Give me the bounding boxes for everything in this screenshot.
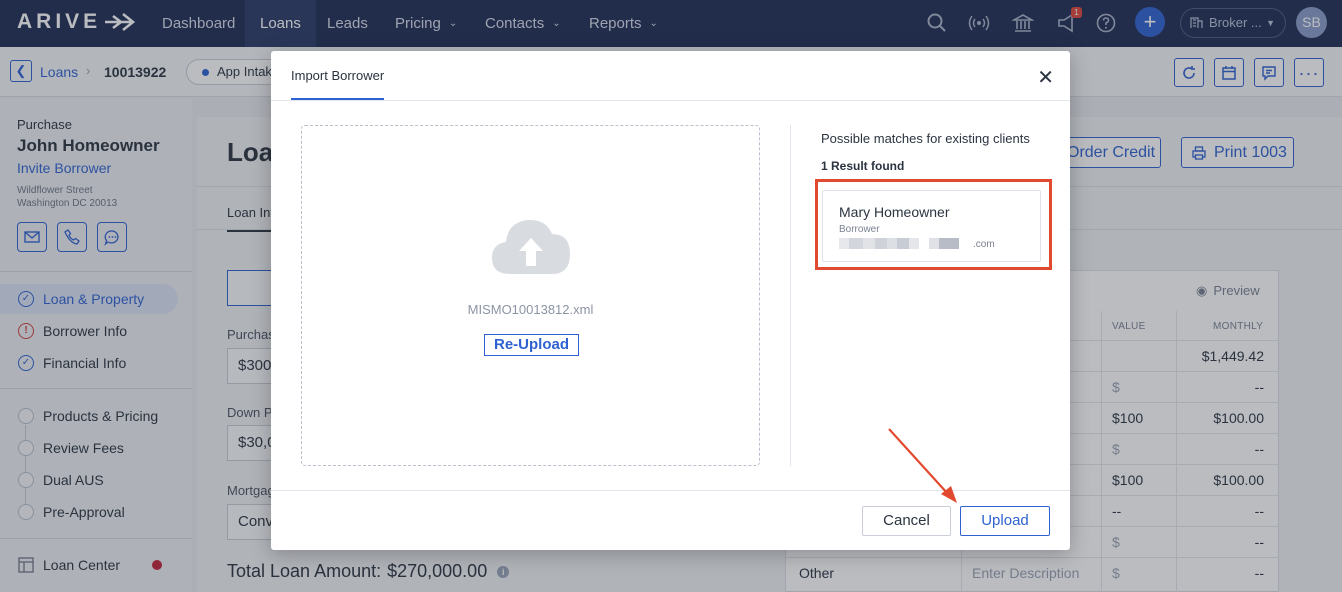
close-icon[interactable]: ✕ xyxy=(1037,65,1054,90)
results-count: 1 Result found xyxy=(821,159,905,173)
divider xyxy=(271,490,1070,491)
file-dropzone[interactable]: MISMO10013812.xml Re-Upload xyxy=(301,125,760,466)
uploaded-filename: MISMO10013812.xml xyxy=(467,302,594,317)
upload-button[interactable]: Upload xyxy=(960,506,1050,536)
re-upload-button[interactable]: Re-Upload xyxy=(484,334,579,356)
match-role: Borrower xyxy=(839,224,880,235)
matches-title: Possible matches for existing clients xyxy=(821,131,1030,146)
match-card[interactable]: Mary Homeowner Borrower .com xyxy=(822,190,1041,262)
cloud-upload-icon xyxy=(492,219,570,274)
cancel-button[interactable]: Cancel xyxy=(862,506,951,536)
divider xyxy=(271,100,1070,101)
import-borrower-modal: Import Borrower ✕ MISMO10013812.xml Re-U… xyxy=(271,51,1070,550)
match-name: Mary Homeowner xyxy=(839,204,950,220)
tab-import-borrower[interactable]: Import Borrower xyxy=(291,68,385,100)
divider xyxy=(790,125,791,466)
email-domain: .com xyxy=(973,239,995,250)
